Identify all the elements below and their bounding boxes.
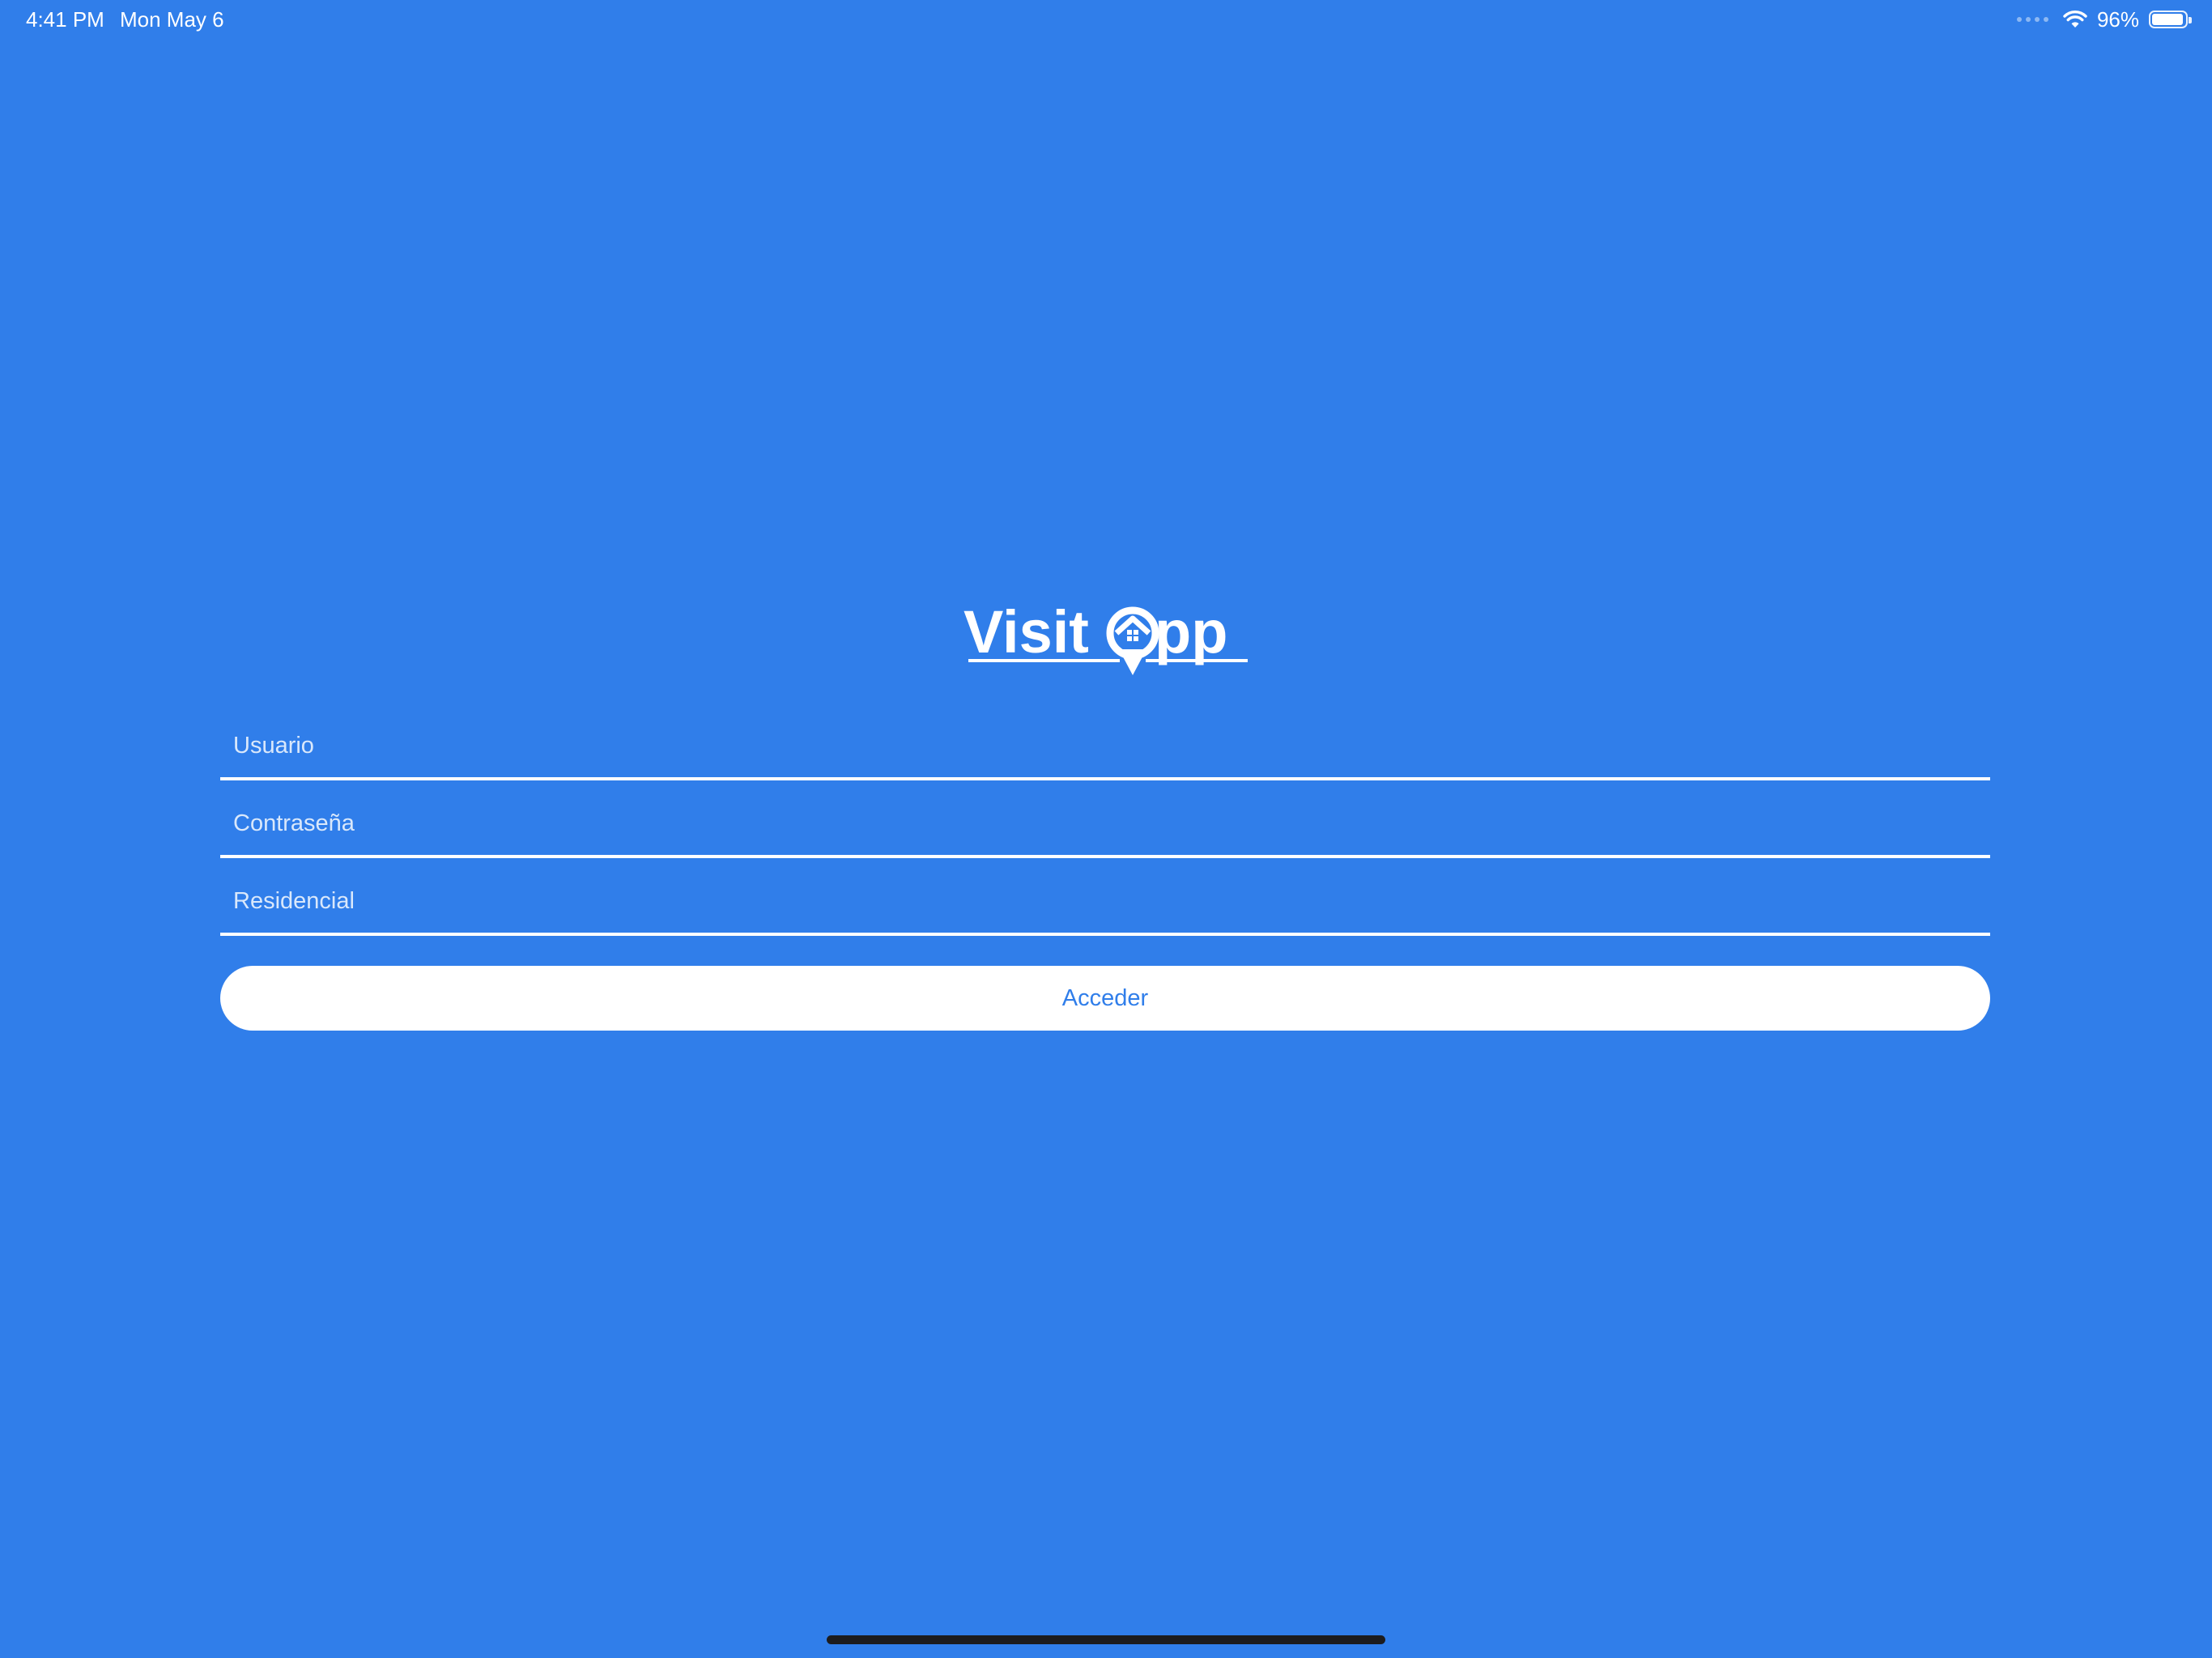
residential-field	[220, 858, 1990, 936]
username-input[interactable]	[233, 725, 1977, 766]
wifi-icon	[2063, 11, 2087, 28]
cellular-dots-icon	[2016, 17, 2048, 22]
home-indicator[interactable]	[827, 1635, 1385, 1644]
app-logo: Visit pp	[960, 597, 1252, 678]
login-form	[220, 703, 1990, 936]
logo-underline-left	[968, 659, 1120, 662]
location-pin-house-icon	[1106, 606, 1159, 675]
status-indicators: 96%	[2016, 5, 2192, 34]
logo-underline-right	[1146, 659, 1248, 662]
logo-text-left: Visit	[963, 598, 1089, 665]
battery-cap	[2189, 17, 2192, 23]
login-button[interactable]: Acceder	[220, 966, 1990, 1031]
battery-fill	[2152, 14, 2184, 25]
logo-text-right: pp	[1155, 598, 1227, 665]
residential-input[interactable]	[233, 881, 1977, 921]
username-field	[220, 703, 1990, 780]
password-input[interactable]	[233, 803, 1977, 844]
battery-percent: 96%	[2096, 7, 2139, 32]
visitapp-logo: Visit pp	[963, 598, 1248, 675]
battery-icon	[2149, 11, 2192, 28]
status-date: Mon May 6	[120, 7, 224, 32]
status-bar: 4:41 PM Mon May 6 96%	[0, 0, 2212, 39]
status-time: 4:41 PM	[26, 7, 104, 32]
password-field	[220, 780, 1990, 858]
